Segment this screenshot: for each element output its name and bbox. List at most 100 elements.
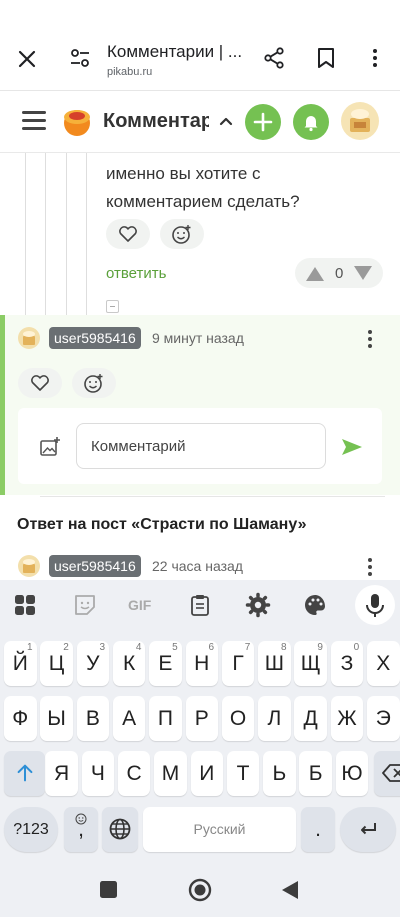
avatar[interactable] <box>18 555 40 577</box>
vote-count: 0 <box>335 265 344 282</box>
key-Д[interactable]: Д <box>294 696 327 741</box>
avatar[interactable] <box>18 327 40 349</box>
key-Е[interactable]: Е5 <box>149 641 182 686</box>
key-А[interactable]: А <box>112 696 146 741</box>
key-Т[interactable]: Т <box>226 751 260 796</box>
comment-text: именно вы хотите с комментарием сделать? <box>106 164 300 211</box>
close-icon[interactable] <box>14 46 40 72</box>
key-В[interactable]: В <box>76 696 110 741</box>
like-button[interactable] <box>18 368 62 398</box>
key-label: Щ <box>300 652 321 675</box>
menu-icon[interactable] <box>22 111 46 131</box>
key-М[interactable]: М <box>154 751 187 796</box>
key-label: Ю <box>341 762 363 785</box>
more-vert-icon[interactable] <box>367 557 373 577</box>
more-vert-icon[interactable] <box>363 46 387 70</box>
comment-time: 22 часа назад <box>152 558 243 574</box>
sticker-icon[interactable] <box>72 592 98 618</box>
back-icon[interactable] <box>280 880 300 900</box>
notifications-button[interactable] <box>293 104 329 140</box>
user-avatar[interactable] <box>341 102 379 140</box>
key-Ж[interactable]: Ж <box>330 696 364 741</box>
emoji-add-icon <box>172 225 191 244</box>
recents-icon[interactable] <box>99 880 119 900</box>
add-reaction-button[interactable] <box>160 219 204 249</box>
key-label: Т <box>236 762 250 785</box>
chevron-up-icon[interactable] <box>217 113 235 131</box>
shift-key[interactable] <box>4 751 45 796</box>
period-key[interactable]: . <box>301 807 335 852</box>
gif-button[interactable]: GIF <box>128 597 151 613</box>
key-Ю[interactable]: Ю <box>335 751 369 796</box>
username-badge[interactable]: user5985416 <box>49 555 141 577</box>
key-И[interactable]: И <box>190 751 223 796</box>
bell-icon <box>304 116 318 132</box>
backspace-key[interactable] <box>374 751 400 796</box>
key-label: В <box>85 707 100 730</box>
key-Н[interactable]: Н6 <box>185 641 218 686</box>
key-Р[interactable]: Р <box>185 696 218 741</box>
key-О[interactable]: О <box>221 696 255 741</box>
key-Э[interactable]: Э <box>367 696 400 741</box>
key-Щ[interactable]: Щ9 <box>294 641 327 686</box>
key-label: Ж <box>337 707 357 730</box>
share-icon[interactable] <box>262 46 286 70</box>
symbols-key[interactable]: ?123 <box>4 807 58 852</box>
avatar-image <box>350 109 370 132</box>
username-badge[interactable]: user5985416 <box>49 327 141 349</box>
add-reaction-button[interactable] <box>72 368 116 398</box>
key-Ш[interactable]: Ш8 <box>258 641 291 686</box>
key-Ь[interactable]: Ь <box>263 751 296 796</box>
key-label: З <box>340 652 354 675</box>
clipboard-icon[interactable] <box>187 592 213 618</box>
add-image-icon[interactable] <box>39 436 61 458</box>
downvote-icon[interactable] <box>353 265 373 281</box>
post-title[interactable]: Ответ на пост «Страсти по Шаману» <box>17 516 307 534</box>
bookmark-icon[interactable] <box>315 46 337 70</box>
upvote-icon[interactable] <box>305 266 325 282</box>
comment-time: 9 минут назад <box>152 330 244 346</box>
key-hint: 8 <box>281 642 287 653</box>
key-Х[interactable]: Х <box>367 641 400 686</box>
key-label: А <box>122 707 137 730</box>
enter-icon <box>361 823 376 835</box>
page-title: Комментарии | ... <box>107 42 243 61</box>
add-post-button[interactable] <box>245 104 281 140</box>
key-Й[interactable]: Й1 <box>4 641 37 686</box>
key-label: К <box>123 652 136 675</box>
settings-icon[interactable] <box>245 592 271 618</box>
key-Л[interactable]: Л <box>258 696 291 741</box>
comment-input[interactable] <box>76 423 326 469</box>
collapse-thread-icon[interactable] <box>106 300 119 313</box>
key-З[interactable]: З0 <box>330 641 364 686</box>
key-К[interactable]: К4 <box>112 641 146 686</box>
key-Ф[interactable]: Ф <box>4 696 37 741</box>
key-У[interactable]: У3 <box>76 641 110 686</box>
key-С[interactable]: С <box>117 751 151 796</box>
palette-icon[interactable] <box>302 592 328 618</box>
key-Я[interactable]: Я <box>45 751 78 796</box>
reply-link[interactable]: ответить <box>106 265 166 282</box>
key-Ч[interactable]: Ч <box>81 751 115 796</box>
voice-input-button[interactable] <box>355 585 395 625</box>
send-icon[interactable] <box>340 436 364 458</box>
key-Б[interactable]: Б <box>299 751 332 796</box>
more-vert-icon[interactable] <box>367 329 373 349</box>
comma-key[interactable]: , <box>64 807 98 852</box>
home-icon[interactable] <box>188 878 212 902</box>
language-key[interactable] <box>102 807 138 852</box>
site-settings-icon[interactable] <box>68 46 92 70</box>
key-label: Г <box>232 652 244 675</box>
key-label: П <box>157 707 173 730</box>
key-Ц[interactable]: Ц2 <box>40 641 73 686</box>
pikabu-logo-icon[interactable] <box>60 104 94 138</box>
key-label: Ш <box>264 652 284 675</box>
space-key[interactable]: Русский <box>143 807 296 852</box>
like-button[interactable] <box>106 219 150 249</box>
key-П[interactable]: П <box>149 696 182 741</box>
apps-icon[interactable] <box>12 592 38 618</box>
key-Ы[interactable]: Ы <box>40 696 73 741</box>
key-Г[interactable]: Г7 <box>221 641 255 686</box>
key-label: Б <box>308 762 323 785</box>
enter-key[interactable] <box>340 807 396 852</box>
